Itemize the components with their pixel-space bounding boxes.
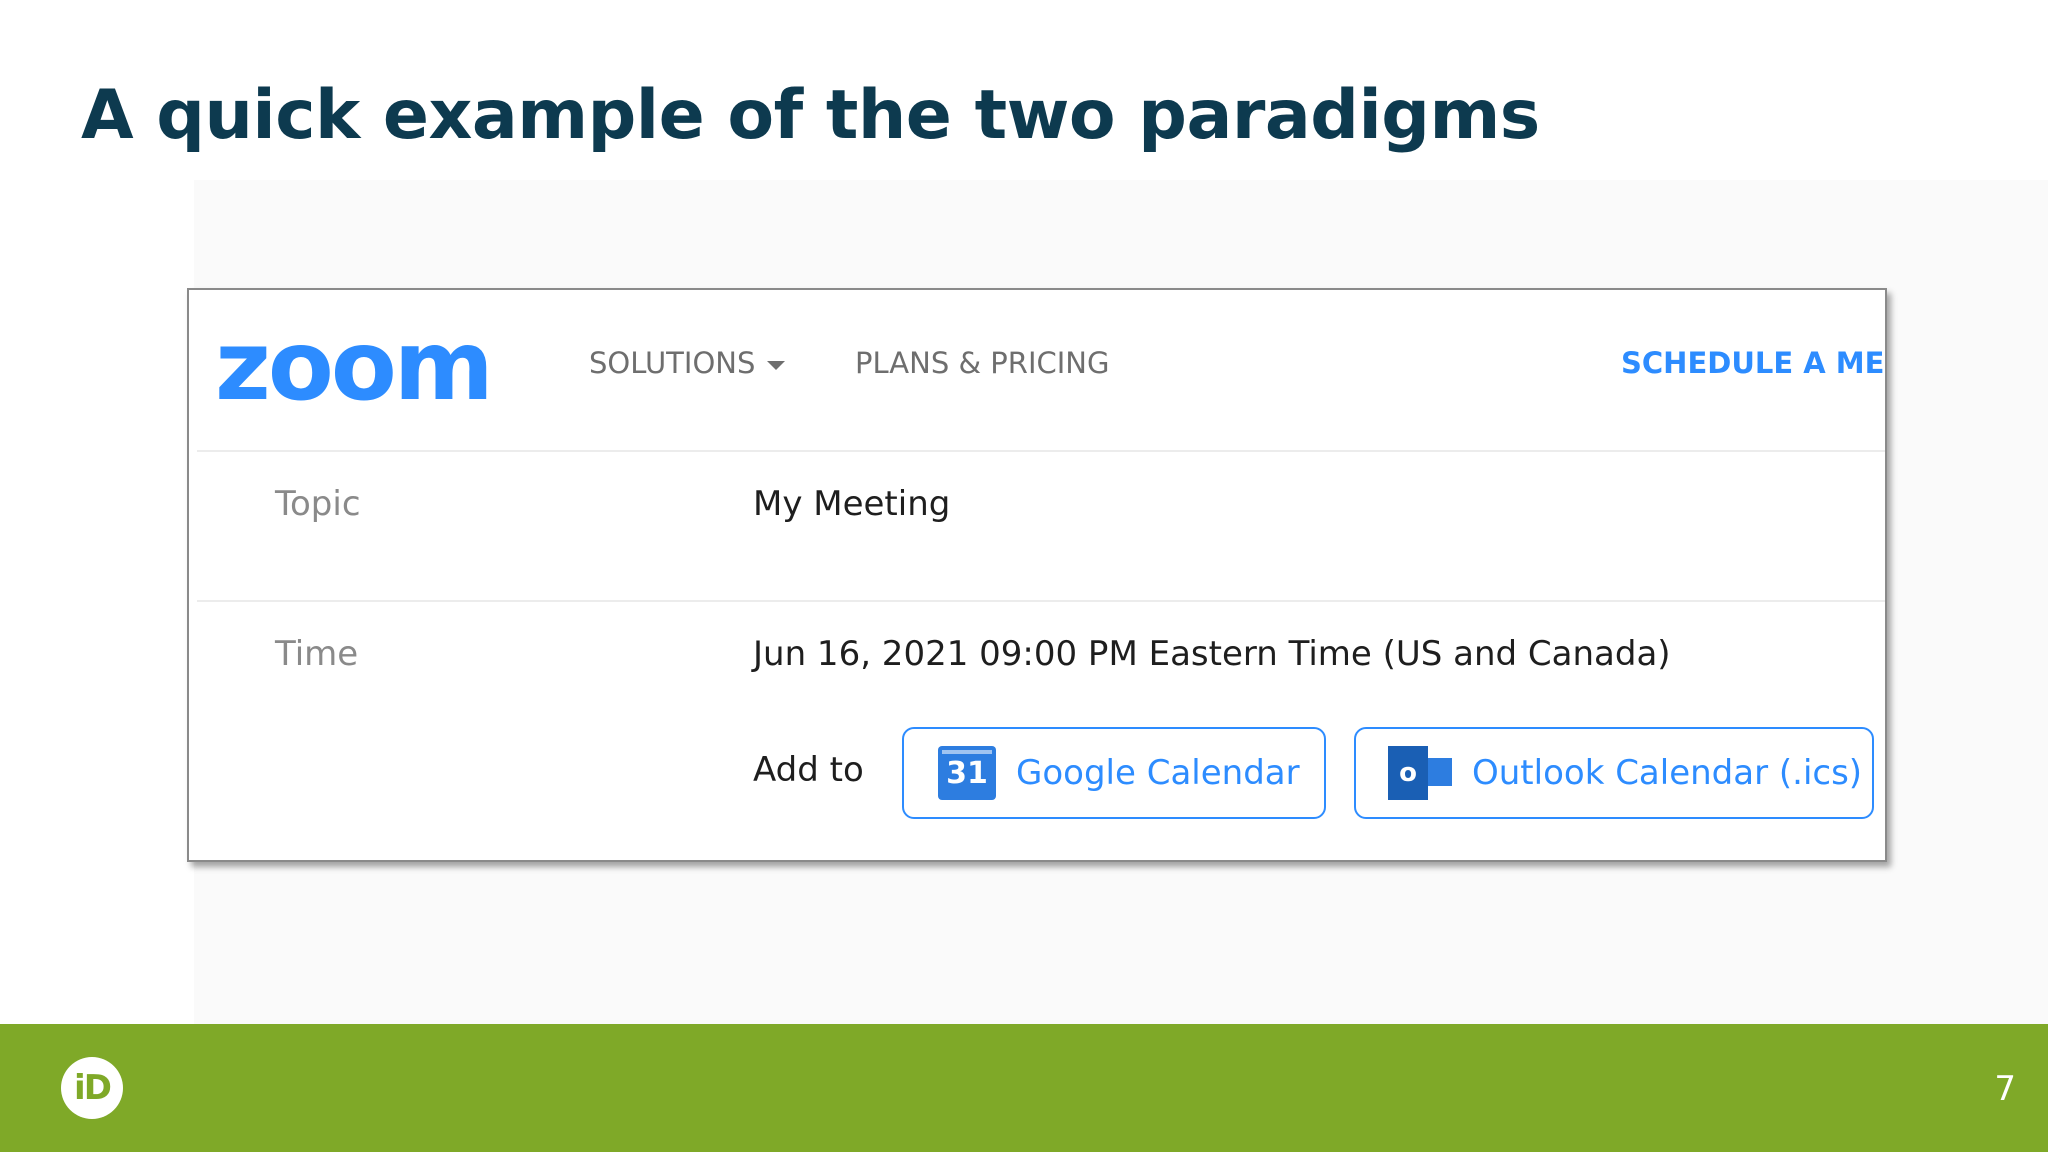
zoom-logo[interactable]: zoom: [215, 318, 494, 414]
slide-title: A quick example of the two paradigms: [81, 76, 1540, 155]
orcid-icon: iD: [61, 1057, 123, 1119]
zoom-meeting-screenshot: zoom SOLUTIONS PLANS & PRICING SCHEDULE …: [187, 288, 1887, 862]
nav-solutions-label: SOLUTIONS: [589, 346, 756, 380]
nav-solutions[interactable]: SOLUTIONS: [589, 346, 786, 380]
divider: [197, 450, 1885, 452]
google-calendar-icon: 31: [938, 746, 996, 800]
add-to-label: Add to: [753, 750, 864, 790]
google-calendar-label: Google Calendar: [1016, 753, 1300, 793]
outlook-calendar-label: Outlook Calendar (.ics): [1472, 753, 1863, 793]
page-number: 7: [1994, 1069, 2016, 1109]
time-value: Jun 16, 2021 09:00 PM Eastern Time (US a…: [753, 634, 1671, 674]
envelope-icon: [1428, 758, 1452, 786]
topic-value: My Meeting: [753, 484, 951, 524]
time-label: Time: [275, 634, 359, 674]
zoom-navbar: zoom SOLUTIONS PLANS & PRICING SCHEDULE …: [189, 290, 1885, 450]
google-calendar-button[interactable]: 31 Google Calendar: [902, 727, 1326, 819]
outlook-icon: o: [1388, 744, 1452, 802]
topic-label: Topic: [275, 484, 361, 524]
footer-bar: [0, 1024, 2048, 1152]
nav-plans-pricing[interactable]: PLANS & PRICING: [855, 346, 1109, 380]
outlook-icon-letter: o: [1388, 746, 1428, 800]
chevron-down-icon: [767, 360, 786, 370]
nav-schedule-meeting[interactable]: SCHEDULE A MEE: [1621, 346, 1885, 380]
outlook-calendar-button[interactable]: o Outlook Calendar (.ics): [1354, 727, 1874, 819]
divider: [197, 600, 1885, 602]
